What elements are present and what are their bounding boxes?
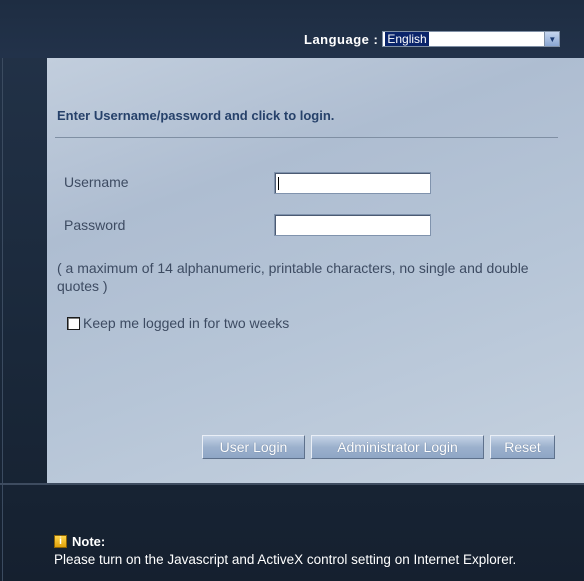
language-selector: Language : English ▼ [304,30,561,48]
language-label: Language : [304,31,379,47]
reset-button[interactable]: Reset [490,435,555,459]
password-label: Password [64,217,126,233]
user-login-button[interactable]: User Login [202,435,305,459]
note-section: i Note: Please turn on the Javascript an… [54,534,584,568]
login-title: Enter Username/password and click to log… [57,108,335,123]
password-hint: ( a maximum of 14 alphanumeric, printabl… [57,260,529,294]
info-icon: i [54,535,67,548]
note-title: Note: [72,534,106,549]
language-selected-value: English [385,32,429,46]
administrator-login-button[interactable]: Administrator Login [311,435,484,459]
username-label: Username [64,174,129,190]
text-caret [278,177,279,190]
note-text: Please turn on the Javascript and Active… [54,552,517,567]
keep-logged-in-label: Keep me logged in for two weeks [83,315,290,331]
chevron-down-icon[interactable]: ▼ [544,32,560,46]
login-panel: Enter Username/password and click to log… [47,58,584,483]
language-select[interactable]: English ▼ [382,31,561,47]
footer-divider [0,483,584,485]
keep-logged-in-checkbox[interactable] [67,316,80,330]
frame-border [2,0,3,581]
username-field[interactable] [274,172,431,194]
top-bar: Language : English ▼ [0,0,584,58]
login-page: Language : English ▼ Enter Username/pass… [0,0,584,581]
keep-logged-in[interactable]: Keep me logged in for two weeks [67,315,289,331]
password-field[interactable] [274,214,431,236]
title-divider [55,137,558,138]
